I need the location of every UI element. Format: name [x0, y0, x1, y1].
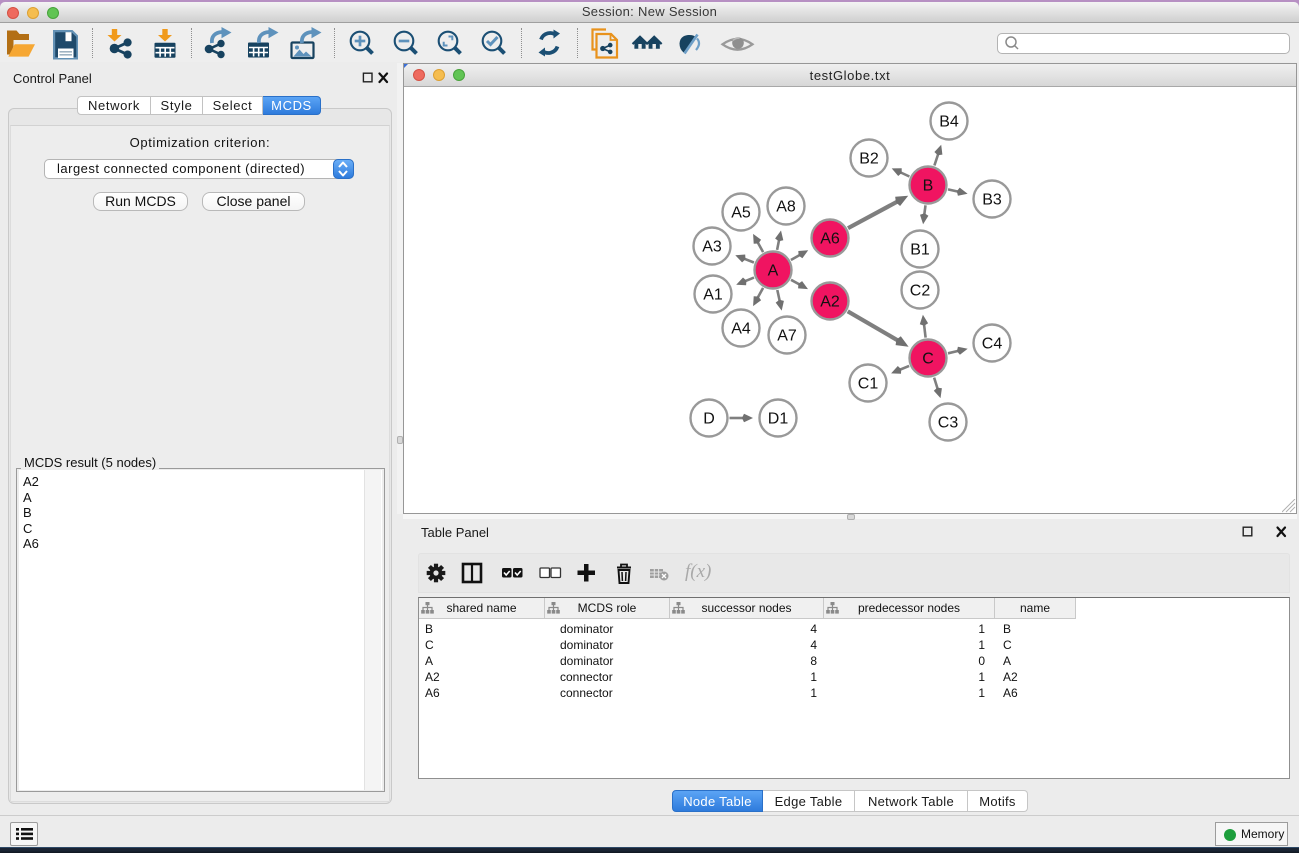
svg-text:C2: C2 [910, 283, 931, 300]
svg-text:D: D [703, 411, 715, 428]
svg-text:C: C [922, 351, 934, 368]
svg-text:A5: A5 [731, 205, 751, 222]
svg-text:A4: A4 [731, 321, 751, 338]
svg-text:B1: B1 [910, 242, 930, 259]
svg-text:A8: A8 [776, 199, 796, 216]
svg-text:C3: C3 [938, 415, 959, 432]
svg-text:B3: B3 [982, 192, 1002, 209]
svg-text:B: B [923, 178, 934, 195]
svg-text:D1: D1 [768, 411, 789, 428]
svg-text:A7: A7 [777, 328, 797, 345]
svg-text:A1: A1 [703, 287, 723, 304]
svg-text:A3: A3 [702, 239, 722, 256]
svg-text:A2: A2 [820, 294, 840, 311]
svg-text:B4: B4 [939, 114, 959, 131]
svg-text:C1: C1 [858, 376, 879, 393]
svg-text:C4: C4 [982, 336, 1003, 353]
svg-text:A6: A6 [820, 231, 840, 248]
svg-text:B2: B2 [859, 151, 879, 168]
svg-text:A: A [768, 263, 779, 280]
